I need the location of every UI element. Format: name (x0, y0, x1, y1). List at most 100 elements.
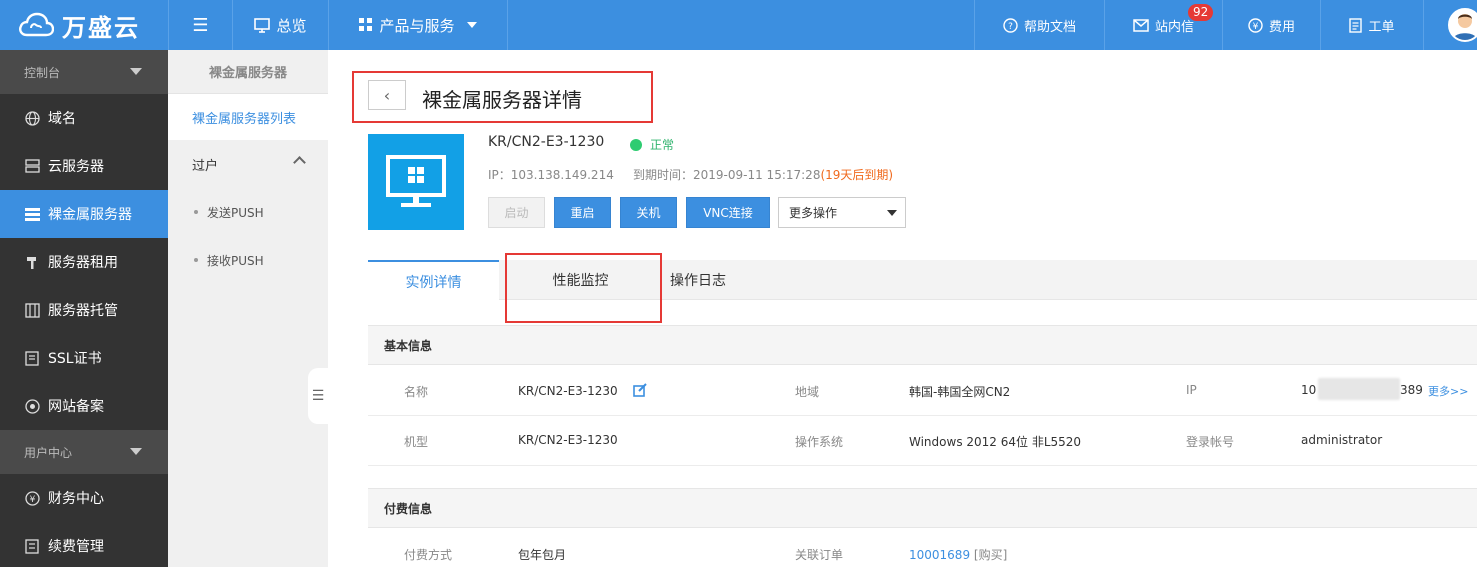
page-title: 裸金属服务器详情 (422, 88, 582, 112)
chevron-left-icon: ‹ (383, 85, 391, 105)
monitor-icon (254, 17, 271, 33)
tab-instance-details[interactable]: 实例详情 (368, 260, 499, 301)
sidebar-item-cloud-server[interactable]: 云服务器 (0, 142, 168, 190)
sidebar-item-label: 财务中心 (48, 491, 104, 507)
info-row: 名称 KR/CN2-E3-1230 地域 韩国-韩国全网CN2 IP 10 38… (368, 366, 1477, 416)
cloud-logo-icon (19, 12, 54, 37)
more-actions-select[interactable]: 更多操作 (778, 197, 906, 228)
message-count-badge: 92 (1188, 4, 1214, 21)
sidebar-item-finance[interactable]: ¥ 财务中心 (0, 474, 168, 522)
name-label: 名称 (404, 385, 429, 399)
nav-products[interactable]: 产品与服务 (328, 0, 508, 50)
order-number-link[interactable]: 10001689 (909, 548, 970, 562)
collapse-sidebar-button[interactable]: ☰ (308, 368, 328, 424)
sub-item-send-push[interactable]: 发送PUSH (168, 188, 328, 236)
info-row: 机型 KR/CN2-E3-1230 操作系统 Windows 2012 64位 … (368, 416, 1477, 466)
sub-sidebar: 裸金属服务器 裸金属服务器列表 过户 发送PUSH 接收PUSH (168, 50, 328, 567)
edit-icon[interactable] (633, 383, 648, 397)
os-label: 操作系统 (795, 435, 844, 449)
order-label: 关联订单 (795, 548, 844, 562)
rack-icon (24, 302, 40, 318)
sidebar-item-server-hosting[interactable]: 服务器托管 (0, 286, 168, 334)
expire-label: 到期时间：2019-09-11 15:17:28 (633, 168, 821, 182)
help-icon: ? (1003, 17, 1018, 33)
nav-products-label: 产品与服务 (379, 16, 455, 35)
pay-method-value: 包年包月 (518, 548, 567, 562)
mail-icon (1133, 18, 1149, 32)
svg-text:¥: ¥ (1253, 22, 1259, 32)
ip-more-link[interactable]: 更多>> (1428, 383, 1468, 399)
nav-billing-label: 费用 (1268, 19, 1295, 35)
nav-billing[interactable]: ¥ 费用 (1222, 0, 1320, 50)
nav-messages[interactable]: 站内信 92 (1104, 0, 1222, 50)
ticket-icon (1349, 17, 1363, 33)
sub-item-label: 接收PUSH (207, 253, 264, 268)
expire-time: 到期时间：2019-09-11 15:17:28(19天后到期) (633, 166, 893, 183)
brand-name: 万盛云 (62, 12, 140, 42)
list-icon (24, 206, 40, 222)
yen-circle-icon: ¥ (1248, 17, 1263, 33)
sidebar-item-ssl[interactable]: SSL证书 (0, 334, 168, 382)
start-button[interactable]: 启动 (488, 197, 545, 228)
shutdown-button[interactable]: 关机 (620, 197, 677, 228)
collapse-icon: ☰ (311, 388, 325, 404)
nav-tickets[interactable]: 工单 (1320, 0, 1424, 50)
main-content: ‹ 裸金属服务器详情 KR/CN2-E3-1230 正常 IP：103.138.… (328, 50, 1477, 567)
info-row: 付费方式 包年包月 关联订单 10001689 [购买] (368, 529, 1477, 567)
sidebar-item-bare-metal[interactable]: 裸金属服务器 (0, 190, 168, 238)
highlight-box-performance-tab (505, 253, 662, 323)
nav-tickets-label: 工单 (1368, 19, 1395, 35)
nav-overview[interactable]: 总览 (232, 0, 328, 50)
nav-help-label: 帮助文档 (1023, 19, 1076, 35)
sub-group-label: 过户 (192, 158, 219, 174)
vnc-button[interactable]: VNC连接 (686, 197, 770, 228)
tab-operation-log[interactable]: 操作日志 (653, 260, 743, 300)
sub-link-bare-metal-list[interactable]: 裸金属服务器列表 (168, 94, 328, 140)
sidebar-section-console[interactable]: 控制台 (0, 50, 168, 94)
menu-toggle-button[interactable]: ☰ (168, 0, 232, 50)
region-value: 韩国-韩国全网CN2 (909, 385, 1011, 399)
sub-group-transfer[interactable]: 过户 (168, 140, 328, 188)
more-actions-label: 更多操作 (789, 206, 838, 220)
sidebar-item-renewal[interactable]: 续费管理 (0, 522, 168, 567)
yen-icon: ¥ (24, 490, 40, 506)
bullet-dot (194, 210, 198, 214)
sidebar-item-icp[interactable]: 网站备案 (0, 382, 168, 430)
menu-toggle-icon: ☰ (192, 14, 209, 36)
login-label: 登录帐号 (1186, 435, 1235, 449)
renew-icon (24, 538, 40, 554)
globe-icon (24, 110, 40, 126)
certificate-icon (24, 350, 40, 366)
server-ip: IP：103.138.149.214 (488, 168, 614, 182)
sidebar-item-domain[interactable]: 域名 (0, 94, 168, 142)
name-value-text: KR/CN2-E3-1230 (518, 384, 618, 398)
sub-item-receive-push[interactable]: 接收PUSH (168, 236, 328, 284)
os-value: Windows 2012 64位 非L5520 (909, 435, 1082, 449)
sidebar-section-user-center[interactable]: 用户中心 (0, 430, 168, 474)
back-button[interactable]: ‹ (368, 80, 406, 110)
sidebar-section-label: 控制台 (24, 65, 61, 80)
status-dot-icon (630, 138, 642, 151)
model-value: KR/CN2-E3-1230 (518, 433, 618, 447)
restart-button[interactable]: 重启 (554, 197, 611, 228)
region-label: 地域 (795, 385, 820, 399)
brand-logo[interactable]: 万盛云 (0, 0, 168, 50)
ip-label: IP (1186, 383, 1197, 397)
ip-value-suffix: 389 (1400, 383, 1423, 397)
user-avatar[interactable] (1448, 8, 1477, 42)
sidebar-item-server-rental[interactable]: 服务器租用 (0, 238, 168, 286)
section-basic-info: 基本信息 (368, 325, 1477, 365)
sidebar-item-label: 裸金属服务器 (48, 207, 132, 223)
caret-down-icon (130, 68, 142, 75)
server-icon (24, 158, 40, 174)
nav-help[interactable]: ? 帮助文档 (974, 0, 1104, 50)
nav-overview-label: 总览 (276, 16, 307, 35)
chevron-up-icon (293, 156, 306, 169)
sidebar-section-label: 用户中心 (24, 445, 73, 460)
server-name: KR/CN2-E3-1230 (488, 134, 605, 150)
sidebar-item-label: SSL证书 (48, 351, 102, 367)
ip-value-prefix: 10 (1301, 383, 1317, 397)
expire-warning: (19天后到期) (820, 168, 894, 182)
caret-down-icon (887, 210, 897, 216)
login-value: administrator (1301, 433, 1383, 447)
